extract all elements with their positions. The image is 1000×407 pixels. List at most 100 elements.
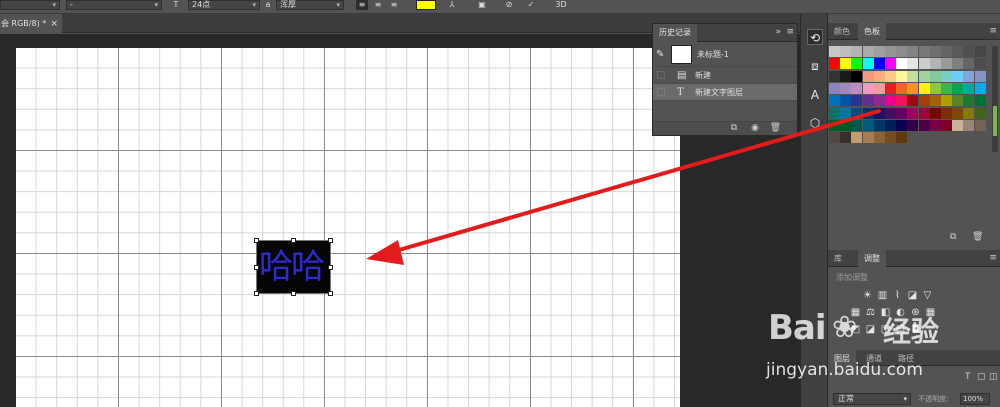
color-swatch[interactable] [941, 95, 952, 107]
color-swatch[interactable] [952, 58, 964, 70]
color-swatch[interactable] [851, 95, 863, 107]
color-swatch[interactable] [918, 58, 930, 70]
color-swatch[interactable] [829, 119, 840, 131]
color-swatch[interactable] [974, 70, 986, 82]
color-swatch[interactable] [929, 119, 941, 131]
color-swatch[interactable] [840, 95, 852, 107]
color-swatch[interactable] [963, 107, 975, 119]
document-canvas[interactable] [16, 48, 680, 407]
color-swatch[interactable] [952, 82, 964, 94]
color-swatch[interactable] [907, 119, 919, 131]
color-swatch[interactable] [873, 70, 885, 82]
color-swatch[interactable] [963, 82, 975, 94]
color-swatch[interactable] [952, 46, 964, 57]
color-swatch[interactable] [873, 107, 885, 119]
color-swatch[interactable] [885, 119, 896, 131]
transform-handle[interactable] [254, 291, 259, 296]
align-left-button[interactable]: ≡ [356, 0, 368, 10]
color-swatch[interactable] [873, 132, 885, 144]
opacity-input[interactable]: 100% [960, 393, 990, 405]
color-swatch[interactable] [851, 107, 863, 119]
color-swatch[interactable] [929, 70, 941, 82]
align-center-button[interactable]: ≡ [372, 0, 384, 10]
new-document-from-state-icon[interactable]: ⧉ [731, 123, 737, 133]
trash-icon[interactable]: 🗑 [770, 123, 781, 133]
color-swatch[interactable] [974, 46, 986, 57]
new-swatch-icon[interactable]: ⧉ [950, 232, 956, 242]
color-swatch[interactable] [929, 95, 941, 107]
close-icon[interactable]: × [50, 14, 58, 34]
transform-handle[interactable] [328, 265, 333, 270]
color-swatch[interactable] [963, 70, 975, 82]
color-swatch[interactable] [941, 58, 952, 70]
tab-color[interactable]: 颜色 [828, 23, 856, 40]
color-swatch[interactable] [896, 70, 908, 82]
color-swatch[interactable] [829, 95, 840, 107]
color-swatch[interactable] [929, 46, 941, 57]
color-swatch[interactable] [862, 119, 874, 131]
color-swatch[interactable] [885, 95, 896, 107]
color-swatch[interactable] [941, 46, 952, 57]
color-swatch[interactable] [952, 107, 964, 119]
history-panel-icon[interactable]: ⟲ [807, 29, 823, 45]
panel-menu-icon[interactable]: ≡ [786, 27, 794, 37]
color-swatch[interactable] [929, 107, 941, 119]
tab-swatches[interactable]: 色板 [858, 23, 886, 40]
color-swatch[interactable] [941, 119, 952, 131]
color-swatch[interactable] [896, 58, 908, 70]
color-swatch[interactable] [885, 82, 896, 94]
3d-button[interactable]: 3D [553, 0, 569, 10]
color-swatch[interactable] [918, 95, 930, 107]
3d-panel-icon[interactable]: ⬡ [807, 115, 823, 131]
transform-handle[interactable] [328, 291, 333, 296]
color-swatch[interactable] [851, 58, 863, 70]
cancel-icon[interactable]: ⊘ [503, 0, 515, 10]
color-swatch[interactable] [918, 46, 930, 57]
filter-shape-icon[interactable]: ▢ [977, 372, 986, 382]
color-swatch[interactable] [840, 132, 852, 144]
color-swatch[interactable] [941, 82, 952, 94]
font-style-select[interactable]: - ▾ [66, 0, 162, 10]
transform-handle[interactable] [254, 265, 259, 270]
color-swatch[interactable] [896, 82, 908, 94]
blend-mode-select[interactable]: 正常 ▾ [833, 393, 911, 405]
history-source-checkbox[interactable] [657, 71, 665, 79]
color-swatch[interactable] [851, 46, 863, 57]
align-right-button[interactable]: ≡ [388, 0, 400, 10]
history-item[interactable]: ▤ 新建 [653, 67, 797, 84]
color-swatch[interactable] [974, 107, 986, 119]
color-swatch[interactable] [829, 46, 840, 57]
color-swatch[interactable] [918, 119, 930, 131]
color-swatch[interactable] [907, 95, 919, 107]
expand-icon[interactable]: » [775, 27, 781, 37]
color-swatch[interactable] [918, 82, 930, 94]
scrollbar-thumb[interactable] [993, 106, 997, 136]
color-swatch[interactable] [974, 95, 986, 107]
color-swatch[interactable] [896, 107, 908, 119]
trash-icon[interactable]: 🗑 [972, 232, 983, 242]
filter-smart-object-icon[interactable]: ◫ [989, 372, 998, 382]
color-swatch[interactable] [862, 132, 874, 144]
color-swatch[interactable] [952, 119, 964, 131]
toggle-panels-icon[interactable]: ▣ [476, 0, 488, 10]
color-swatch[interactable] [840, 82, 852, 94]
color-swatch[interactable] [963, 119, 975, 131]
document-tab[interactable]: 会 RGB/8) * × [0, 14, 62, 34]
color-swatch[interactable] [873, 82, 885, 94]
color-swatch[interactable] [952, 70, 964, 82]
color-swatch[interactable] [974, 119, 986, 131]
transform-handle[interactable] [291, 238, 296, 243]
color-swatch[interactable] [929, 82, 941, 94]
color-swatch[interactable] [840, 70, 852, 82]
color-swatch[interactable] [896, 95, 908, 107]
color-swatch[interactable] [840, 58, 852, 70]
panel-menu-icon[interactable]: ≡ [989, 26, 997, 36]
transform-handle[interactable] [291, 291, 296, 296]
color-swatch[interactable] [829, 58, 840, 70]
color-swatch[interactable] [862, 82, 874, 94]
color-swatch[interactable] [896, 46, 908, 57]
history-item[interactable]: T 新建文字图层 [653, 84, 797, 101]
color-swatch[interactable] [963, 58, 975, 70]
font-size-select[interactable]: 24点 ▾ [188, 0, 260, 10]
text-layer-box[interactable]: 哈哈 [254, 238, 333, 296]
